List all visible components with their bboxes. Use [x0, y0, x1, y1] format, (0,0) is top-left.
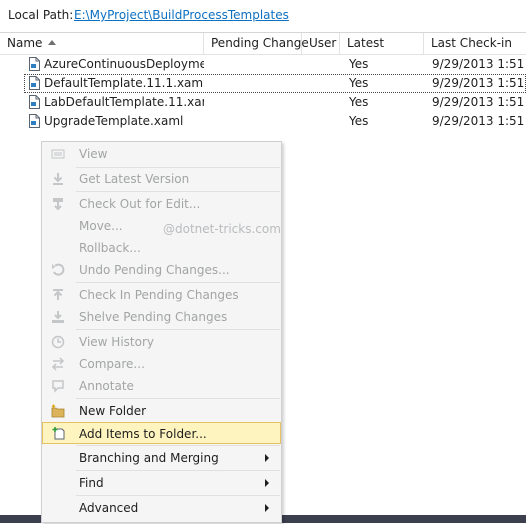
menu-separator	[76, 470, 280, 471]
file-latest: Yes	[349, 95, 369, 109]
menu-item-get-latest[interactable]: Get Latest Version	[42, 168, 281, 190]
menu-item-find[interactable]: Find	[42, 472, 281, 494]
undo-icon	[52, 263, 65, 276]
context-menu: View Get Latest Version Check Out for Ed…	[41, 141, 282, 523]
file-row[interactable]: DefaultTemplate.11.1.xaml Yes 9/29/2013 …	[0, 74, 526, 93]
file-last-checkin: 9/29/2013 1:51:...	[432, 57, 524, 71]
xaml-file-icon	[29, 114, 40, 128]
file-row[interactable]: LabDefaultTemplate.11.xaml Yes 9/29/2013…	[0, 93, 526, 112]
menu-item-undo-pending[interactable]: Undo Pending Changes...	[42, 259, 281, 281]
menu-item-rollback[interactable]: Rollback...	[42, 237, 281, 259]
annotate-icon	[52, 380, 64, 393]
file-name: DefaultTemplate.11.1.xaml	[44, 76, 204, 90]
column-header-row: Name Pending Change User Latest Last Che…	[0, 33, 526, 55]
file-last-checkin: 9/29/2013 1:51:...	[432, 114, 524, 128]
column-last-checkin[interactable]: Last Check-in	[424, 33, 526, 54]
menu-separator	[76, 495, 280, 496]
xaml-file-icon	[29, 57, 40, 71]
local-path-link[interactable]: E:\MyProject\BuildProcessTemplates	[74, 8, 289, 22]
history-icon	[51, 335, 65, 349]
local-path-bar: Local Path: E:\MyProject\BuildProcessTem…	[0, 0, 526, 32]
file-row[interactable]: UpgradeTemplate.xaml Yes 9/29/2013 1:51:…	[0, 112, 526, 131]
submenu-arrow-icon	[265, 504, 269, 512]
menu-item-new-folder[interactable]: New Folder	[42, 400, 281, 422]
file-last-checkin: 9/29/2013 1:51:...	[432, 76, 524, 90]
menu-item-compare[interactable]: Compare...	[42, 353, 281, 375]
local-path-label: Local Path:	[8, 8, 74, 22]
column-pending-change[interactable]: Pending Change	[204, 33, 309, 54]
menu-item-check-in[interactable]: Check In Pending Changes	[42, 284, 281, 306]
file-row[interactable]: AzureContinuousDeployme... Yes 9/29/2013…	[0, 55, 526, 74]
column-name[interactable]: Name	[0, 33, 204, 54]
file-latest: Yes	[349, 57, 369, 71]
submenu-arrow-icon	[265, 479, 269, 487]
submenu-arrow-icon	[265, 454, 269, 462]
menu-item-add-items[interactable]: Add Items to Folder...	[42, 422, 281, 444]
sort-ascending-icon	[48, 40, 57, 45]
file-latest: Yes	[349, 114, 369, 128]
menu-item-check-out[interactable]: Check Out for Edit...	[42, 193, 281, 215]
menu-item-annotate[interactable]: Annotate	[42, 375, 281, 397]
shelve-icon	[52, 311, 64, 323]
menu-item-advanced[interactable]: Advanced	[42, 497, 281, 519]
check-out-icon	[53, 198, 63, 211]
file-name: UpgradeTemplate.xaml	[44, 114, 184, 128]
menu-item-branching-merging[interactable]: Branching and Merging	[42, 447, 281, 469]
view-icon	[51, 149, 65, 159]
menu-separator	[76, 191, 280, 192]
menu-separator	[76, 282, 280, 283]
add-items-icon	[52, 427, 65, 440]
menu-item-shelve[interactable]: Shelve Pending Changes	[42, 306, 281, 328]
menu-item-view-history[interactable]: View History	[42, 331, 281, 353]
menu-separator	[76, 329, 280, 330]
column-latest[interactable]: Latest	[340, 33, 424, 54]
new-folder-icon	[51, 404, 65, 418]
column-user[interactable]: User	[302, 33, 340, 54]
compare-icon	[51, 357, 65, 371]
file-name: LabDefaultTemplate.11.xaml	[44, 95, 204, 109]
menu-separator	[76, 445, 280, 446]
get-latest-icon	[53, 173, 63, 185]
file-last-checkin: 9/29/2013 1:51:...	[432, 95, 524, 109]
file-latest: Yes	[349, 76, 369, 90]
menu-item-view[interactable]: View	[42, 143, 281, 165]
check-in-icon	[53, 289, 63, 300]
menu-separator	[76, 398, 280, 399]
xaml-file-icon	[29, 95, 40, 109]
xaml-file-icon	[29, 76, 40, 90]
watermark-text: @dotnet-tricks.com	[163, 222, 281, 236]
file-name: AzureContinuousDeployme...	[44, 57, 204, 71]
